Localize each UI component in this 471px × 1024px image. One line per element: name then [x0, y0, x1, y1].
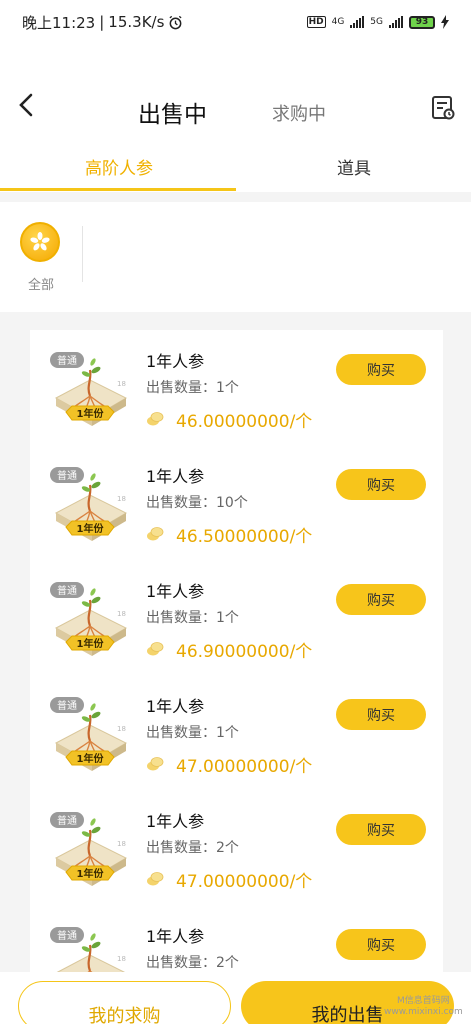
buy-button[interactable]: 购买	[336, 354, 426, 385]
item-price: 46.90000000/个	[176, 642, 313, 662]
item-title: 1年人参	[146, 697, 205, 716]
signal-icon-2	[389, 16, 403, 28]
subtab-bar: 高阶人参 道具	[0, 144, 471, 192]
watermark-url: www.mixinxi.com	[384, 1007, 463, 1017]
rarity-badge-text: 普通	[57, 469, 77, 482]
item-quantity: 出售数量：2个	[146, 837, 239, 857]
status-speed: 15.3K/s	[108, 13, 165, 31]
coin-icon	[147, 642, 164, 656]
item-price: 46.50000000/个	[176, 527, 313, 547]
quantity-label: 出售数量：	[146, 955, 216, 971]
item-price: 47.00000000/个	[176, 757, 313, 777]
category-strip: 全部	[0, 202, 471, 312]
ginseng-thumbnail: 18 普通 1年份	[50, 582, 128, 656]
quantity-value: 1个	[216, 380, 239, 396]
buy-button[interactable]: 购买	[336, 584, 426, 615]
quantity-label: 出售数量：	[146, 725, 216, 741]
listing-item: 18 普通 1年份 1年人参 出售数量：1个 47.00000000/个 购买	[30, 675, 443, 790]
item-title: 1年人参	[146, 812, 205, 831]
subtab-advanced-ginseng[interactable]: 高阶人参	[85, 154, 153, 179]
item-title: 1年人参	[146, 467, 205, 486]
svg-text:18: 18	[117, 380, 126, 388]
coin-icon	[147, 412, 164, 426]
buy-button[interactable]: 购买	[336, 699, 426, 730]
alarm-icon	[169, 15, 182, 29]
back-arrow-icon	[19, 93, 33, 117]
subtab-props[interactable]: 道具	[337, 154, 371, 179]
category-all-label: 全部	[27, 278, 54, 293]
item-price: 47.00000000/个	[176, 872, 313, 892]
svg-text:18: 18	[117, 495, 126, 503]
quantity-value: 1个	[216, 725, 239, 741]
quantity-value: 2个	[216, 955, 239, 971]
year-tag-text: 1年份	[77, 637, 105, 650]
year-tag-text: 1年份	[77, 867, 105, 880]
ginseng-thumbnail: 18 普通 1年份	[50, 812, 128, 886]
svg-text:18: 18	[117, 955, 126, 963]
buy-button[interactable]: 购买	[336, 814, 426, 845]
header: 出售中 求购中	[0, 44, 471, 144]
tab-buying[interactable]: 求购中	[272, 100, 326, 126]
ginseng-thumbnail: 18 普通 1年份	[50, 697, 128, 771]
item-title: 1年人参	[146, 582, 205, 601]
item-quantity: 出售数量：10个	[146, 492, 248, 512]
charging-icon	[441, 15, 449, 29]
item-price: 46.00000000/个	[176, 412, 313, 432]
quantity-label: 出售数量：	[146, 495, 216, 511]
rarity-badge-text: 普通	[57, 929, 77, 942]
status-time: 晚上11:23	[22, 13, 96, 32]
listing-item: 18 普通 1年份 1年人参 出售数量：1个 46.00000000/个 购买	[30, 330, 443, 445]
battery-icon: 93	[409, 15, 435, 29]
listing-item: 18 普通 1年份 1年人参 出售数量：2个 47.00000000/个 购买	[30, 790, 443, 905]
listing-item: 18 普通 1年份 1年人参 出售数量：1个 46.90000000/个 购买	[30, 560, 443, 675]
quantity-label: 出售数量：	[146, 380, 216, 396]
network-5g-label: 5G	[370, 17, 383, 27]
my-buy-requests-button[interactable]: 我的求购	[18, 981, 231, 1024]
buy-button[interactable]: 购买	[336, 929, 426, 960]
buy-button[interactable]: 购买	[336, 469, 426, 500]
active-tab-indicator	[0, 188, 236, 191]
year-tag-text: 1年份	[77, 522, 105, 535]
item-quantity: 出售数量：2个	[146, 952, 239, 972]
quantity-label: 出售数量：	[146, 840, 216, 856]
quantity-value: 1个	[216, 610, 239, 626]
category-divider	[82, 226, 83, 282]
watermark: M信息首码网 www.mixinxi.com	[384, 996, 463, 1018]
ginseng-thumbnail: 18 普通 1年份	[50, 352, 128, 426]
coin-icon	[147, 527, 164, 541]
status-divider: |	[99, 13, 105, 31]
year-tag-text: 1年份	[77, 752, 105, 765]
rarity-badge-text: 普通	[57, 814, 77, 827]
orders-icon[interactable]	[430, 95, 456, 121]
quantity-value: 10个	[216, 495, 248, 511]
hd-icon: HD	[306, 16, 326, 28]
listing-item: 18 普通 1年份 1年人参 出售数量：10个 46.50000000/个 购买	[30, 445, 443, 560]
svg-text:18: 18	[117, 610, 126, 618]
coin-icon	[147, 757, 164, 771]
back-button[interactable]	[14, 90, 44, 120]
status-bar: 晚上11:23 | 15.3K/s HD 4G 5G 93	[0, 0, 471, 44]
network-4g-label: 4G	[331, 17, 345, 27]
category-all-icon	[20, 222, 60, 262]
category-all[interactable]: 全部	[20, 222, 62, 293]
svg-text:18: 18	[117, 725, 126, 733]
ginseng-thumbnail: 18 普通 1年份	[50, 467, 128, 541]
rarity-badge-text: 普通	[57, 354, 77, 367]
tab-selling[interactable]: 出售中	[138, 95, 207, 129]
item-quantity: 出售数量：1个	[146, 607, 239, 627]
item-quantity: 出售数量：1个	[146, 377, 239, 397]
year-tag-text: 1年份	[77, 407, 105, 420]
svg-text:18: 18	[117, 840, 126, 848]
quantity-value: 2个	[216, 840, 239, 856]
rarity-badge-text: 普通	[57, 699, 77, 712]
quantity-label: 出售数量：	[146, 610, 216, 626]
item-title: 1年人参	[146, 352, 205, 371]
listing-card: 18 普通 1年份 1年人参 出售数量：1个 46.00000000/个 购买 …	[30, 330, 443, 1024]
signal-icon	[350, 16, 365, 28]
coin-icon	[147, 872, 164, 886]
rarity-badge-text: 普通	[57, 584, 77, 597]
item-quantity: 出售数量：1个	[146, 722, 239, 742]
watermark-text: M信息首码网	[397, 996, 450, 1006]
item-title: 1年人参	[146, 927, 205, 946]
